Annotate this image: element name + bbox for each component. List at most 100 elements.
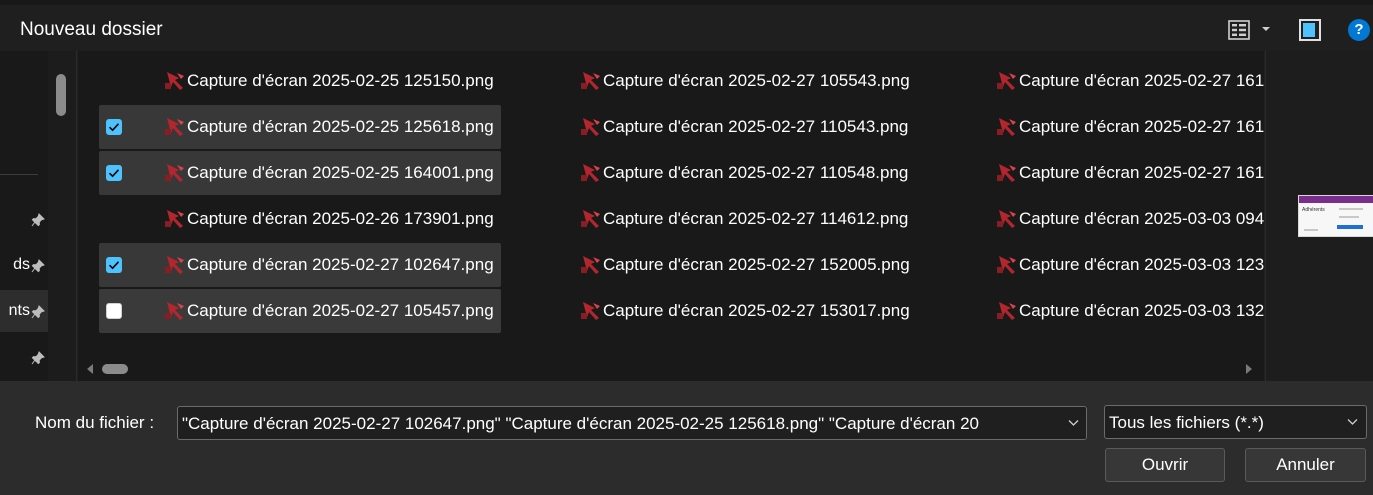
- image-file-icon: [997, 118, 1016, 136]
- horizontal-scrollbar[interactable]: [78, 357, 1264, 381]
- file-name: Capture d'écran 2025-02-27 105543.png: [603, 71, 910, 90]
- file-item[interactable]: Capture d'écran 2025-02-27 110548.png: [515, 151, 917, 195]
- file-list: Capture d'écran 2025-02-25 125150.png Cap…: [78, 51, 1264, 381]
- image-file-icon: [165, 210, 184, 228]
- file-name: Capture d'écran 2025-02-25 164001.png: [187, 163, 494, 182]
- open-button[interactable]: Ouvrir: [1105, 448, 1225, 482]
- file-list-viewport: Capture d'écran 2025-02-25 125150.png Cap…: [78, 51, 1264, 351]
- file-item[interactable]: Capture d'écran 2025-02-27 105457.png: [99, 289, 501, 333]
- pin-icon[interactable]: [31, 259, 45, 273]
- image-file-icon: [997, 302, 1016, 320]
- nav-item-label: ds: [13, 256, 30, 273]
- help-icon[interactable]: ?: [1348, 19, 1370, 41]
- file-item[interactable]: Capture d'écran 2025-02-27 152005.png: [515, 243, 917, 287]
- file-name: Capture d'écran 2025-03-03 123: [1019, 255, 1264, 274]
- chevron-down-icon: [1068, 420, 1079, 426]
- file-item[interactable]: Capture d'écran 2025-03-03 094: [931, 197, 1264, 241]
- file-name: Capture d'écran 2025-02-27 110548.png: [603, 163, 909, 182]
- image-file-icon: [581, 256, 600, 274]
- pin-icon[interactable]: [31, 305, 45, 319]
- file-name: Capture d'écran 2025-02-27 161: [1019, 71, 1264, 90]
- file-item[interactable]: Capture d'écran 2025-02-26 173901.png: [99, 197, 501, 241]
- image-file-icon: [165, 302, 184, 320]
- file-item[interactable]: Capture d'écran 2025-02-25 164001.png: [99, 151, 501, 195]
- thumbnail-title: Adhérents: [1302, 207, 1325, 213]
- nav-divider: [0, 174, 38, 175]
- cancel-button[interactable]: Annuler: [1245, 448, 1366, 482]
- image-file-icon: [581, 302, 600, 320]
- filename-label: Nom du fichier :: [35, 413, 155, 432]
- file-item[interactable]: Capture d'écran 2025-03-03 123: [931, 243, 1264, 287]
- scroll-left-icon[interactable]: [86, 364, 94, 374]
- file-checkbox[interactable]: [106, 303, 122, 319]
- preview-pane-icon[interactable]: [1298, 18, 1322, 42]
- file-item[interactable]: Capture d'écran 2025-02-25 125150.png: [99, 59, 501, 103]
- file-item[interactable]: Capture d'écran 2025-03-03 132: [931, 289, 1264, 333]
- pin-icon[interactable]: [31, 351, 45, 365]
- horizontal-scrollbar-thumb[interactable]: [102, 364, 128, 374]
- thumbnail-line: [1339, 208, 1363, 210]
- file-item[interactable]: Capture d'écran 2025-02-27 114612.png: [515, 197, 917, 241]
- file-checkbox[interactable]: [106, 119, 122, 135]
- preview-pane: Adhérents: [1265, 51, 1373, 381]
- file-name: Capture d'écran 2025-02-25 125618.png: [187, 117, 494, 136]
- image-file-icon: [581, 118, 600, 136]
- file-item[interactable]: Capture d'écran 2025-02-27 102647.png: [99, 243, 501, 287]
- nav-scrollbar-thumb[interactable]: [56, 74, 66, 116]
- filename-input-value[interactable]: "Capture d'écran 2025-02-27 102647.png" …: [182, 414, 979, 434]
- chevron-down-icon: [1347, 419, 1358, 425]
- file-item[interactable]: Capture d'écran 2025-02-27 153017.png: [515, 289, 917, 333]
- pin-icon[interactable]: [31, 213, 45, 227]
- view-options-chevron-icon[interactable]: [1261, 25, 1271, 33]
- file-name: Capture d'écran 2025-02-25 125150.png: [187, 71, 494, 90]
- thumbnail-line: [1304, 229, 1318, 231]
- file-name: Capture d'écran 2025-02-27 102647.png: [187, 255, 494, 274]
- file-name: Capture d'écran 2025-02-27 161: [1019, 163, 1264, 182]
- image-file-icon: [165, 72, 184, 90]
- checkmark-icon: [108, 123, 120, 132]
- image-file-icon: [165, 164, 184, 182]
- file-name: Capture d'écran 2025-02-27 114612.png: [603, 209, 909, 228]
- preview-thumbnail: Adhérents: [1298, 195, 1373, 237]
- image-file-icon: [581, 164, 600, 182]
- file-name: Capture d'écran 2025-02-26 173901.png: [187, 209, 494, 228]
- filename-history-button[interactable]: [1060, 407, 1086, 439]
- nav-item-label: nts: [8, 302, 30, 319]
- file-name: Capture d'écran 2025-02-27 110543.png: [603, 117, 909, 136]
- checkmark-icon: [108, 261, 120, 270]
- file-checkbox[interactable]: [106, 257, 122, 273]
- image-file-icon: [581, 210, 600, 228]
- file-name: Capture d'écran 2025-02-27 152005.png: [603, 255, 910, 274]
- file-name: Capture d'écran 2025-02-27 161: [1019, 117, 1264, 136]
- file-item[interactable]: Capture d'écran 2025-02-27 161: [931, 151, 1264, 195]
- thumbnail-line: [1339, 216, 1359, 218]
- dialog-footer: Nom du fichier : "Capture d'écran 2025-0…: [0, 381, 1373, 495]
- image-file-icon: [997, 72, 1016, 90]
- file-type-select[interactable]: Tous les fichiers (*.*): [1104, 405, 1367, 439]
- navigation-pane: ds nts: [0, 51, 77, 381]
- details-view-icon[interactable]: [1228, 19, 1250, 41]
- image-file-icon: [165, 256, 184, 274]
- file-type-value: Tous les fichiers (*.*): [1109, 413, 1264, 432]
- thumbnail-button: [1337, 225, 1363, 229]
- thumbnail-header-bar: [1299, 196, 1373, 203]
- file-checkbox[interactable]: [106, 165, 122, 181]
- file-name: Capture d'écran 2025-02-27 153017.png: [603, 301, 910, 320]
- file-name: Capture d'écran 2025-02-27 105457.png: [187, 301, 494, 320]
- image-file-icon: [165, 118, 184, 136]
- toolbar: Nouveau dossier ?: [0, 0, 1373, 51]
- checkmark-icon: [108, 169, 120, 178]
- file-item[interactable]: Capture d'écran 2025-02-27 105543.png: [515, 59, 917, 103]
- folder-title: Nouveau dossier: [20, 19, 163, 40]
- image-file-icon: [997, 210, 1016, 228]
- file-item[interactable]: Capture d'écran 2025-02-27 161: [931, 59, 1264, 103]
- image-file-icon: [581, 72, 600, 90]
- filename-input[interactable]: "Capture d'écran 2025-02-27 102647.png" …: [177, 406, 1087, 440]
- image-file-icon: [997, 164, 1016, 182]
- file-item[interactable]: Capture d'écran 2025-02-25 125618.png: [99, 105, 501, 149]
- file-item[interactable]: Capture d'écran 2025-02-27 110543.png: [515, 105, 917, 149]
- file-name: Capture d'écran 2025-03-03 094: [1019, 209, 1264, 228]
- image-file-icon: [997, 256, 1016, 274]
- scroll-right-icon[interactable]: [1245, 364, 1253, 374]
- file-item[interactable]: Capture d'écran 2025-02-27 161: [931, 105, 1264, 149]
